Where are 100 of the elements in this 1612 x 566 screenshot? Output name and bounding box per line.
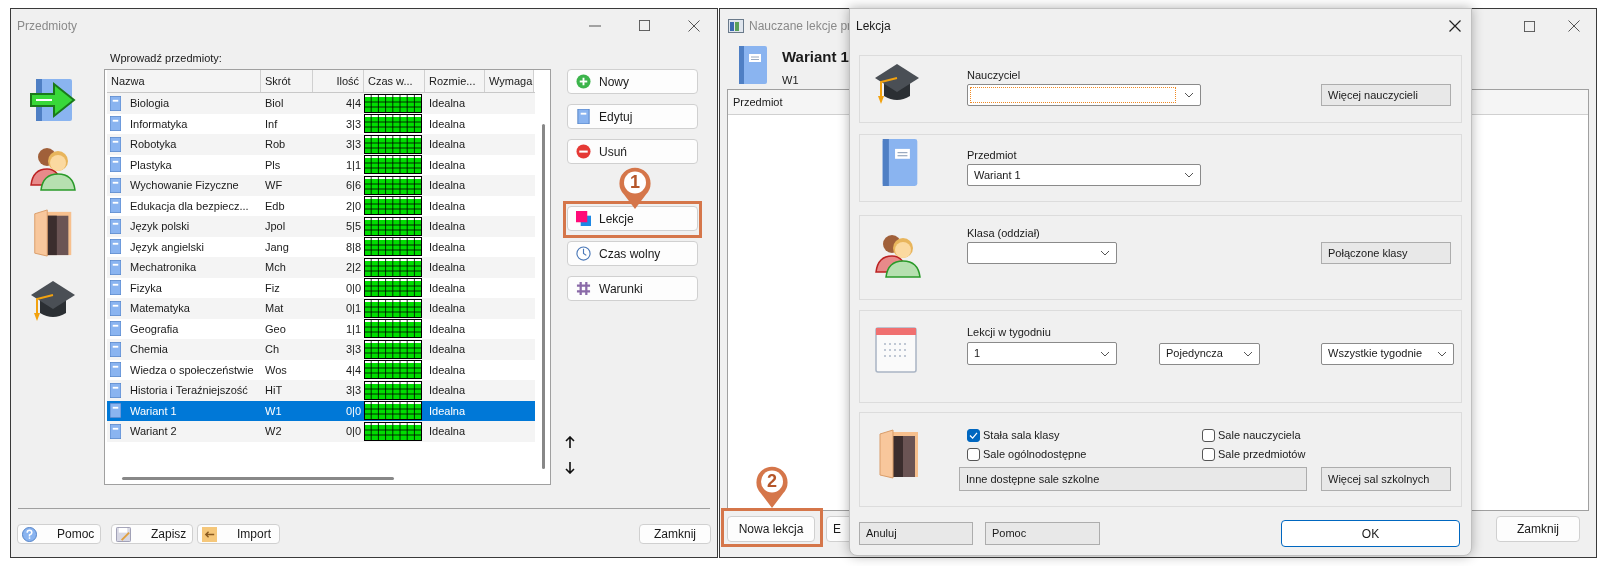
door-icon[interactable] (32, 209, 73, 257)
book-icon (110, 423, 121, 439)
chevron-down-icon[interactable] (1184, 92, 1194, 98)
table-cell-text: Historia i Teraźniejszość (130, 383, 248, 398)
checkbox[interactable] (967, 429, 980, 442)
class-dropdown[interactable] (967, 242, 1117, 264)
arrow-up-icon[interactable] (565, 436, 575, 448)
book-icon (110, 177, 121, 193)
chevron-down-icon[interactable] (1100, 250, 1110, 256)
scrollbar-thumb[interactable] (542, 124, 545, 469)
table-row[interactable]: Robotyka Rob 3|3 Idealna (107, 134, 535, 155)
chevron-down-icon[interactable] (1437, 350, 1447, 357)
other-rooms-button[interactable]: Inne dostępne sale szkolne (959, 467, 1307, 491)
table-cell-text: 0|0 (345, 280, 361, 296)
table-cell-text: Wariant 1 (130, 403, 177, 419)
table-row[interactable]: Wychowanie Fizyczne WF 6|6 Idealna (107, 175, 535, 196)
table-cell-text: Plastyka (130, 157, 172, 173)
edit-button[interactable]: Edytuj (567, 104, 698, 129)
help-button[interactable]: Pomoc (17, 524, 101, 544)
column-header[interactable]: Wymaga (485, 70, 534, 92)
table-cell-text: Język polski (130, 219, 190, 234)
table-cell: Idealna (429, 220, 466, 232)
type-dropdown[interactable]: Pojedyncza (1159, 342, 1260, 365)
table-cell-text: 3|3 (345, 116, 361, 132)
close-icon[interactable] (688, 19, 700, 32)
new-button[interactable]: Nowy (567, 69, 698, 94)
column-header[interactable]: Czas w... (364, 70, 425, 92)
dialog-button[interactable]: Pomoc (985, 522, 1100, 545)
checkbox[interactable] (967, 448, 980, 461)
help-icon (22, 526, 37, 542)
weeks-dropdown[interactable]: Wszystkie tygodnie (1321, 342, 1454, 365)
dialog-button[interactable]: Anuluj (859, 522, 973, 545)
table-cell: Idealna (429, 240, 466, 253)
table-row[interactable]: Mechatronika Mch 2|2 Idealna (107, 257, 535, 278)
book-arrow-icon[interactable] (28, 78, 77, 122)
table-cell: Mat (265, 302, 284, 314)
dialog-title: Lekcja (856, 18, 891, 35)
joined-classes-button[interactable]: Połączone klasy (1321, 242, 1451, 264)
maximize-icon[interactable] (1524, 20, 1535, 32)
checkbox[interactable] (1202, 429, 1215, 442)
book-icon (110, 198, 121, 214)
free-time-button[interactable]: Czas wolny (567, 241, 698, 266)
book-icon (110, 362, 121, 378)
table-row[interactable]: Biologia Biol 4|4 Idealna (107, 93, 535, 114)
column-header[interactable]: Skrót (261, 70, 313, 92)
minus-icon (576, 144, 591, 159)
table-row[interactable]: Historia i Teraźniejszość HiT 3|3 Idealna (107, 380, 535, 401)
new-lesson-button[interactable]: Nowa lekcja (727, 516, 815, 542)
schedule-grid-drawing (364, 175, 422, 195)
maximize-icon[interactable] (639, 20, 650, 31)
arrow-down-icon[interactable] (565, 462, 575, 474)
table-cell: Ch (265, 343, 280, 355)
table-cell: Idealna (429, 425, 466, 437)
table-row[interactable]: Wariant 2 W2 0|0 Idealna (107, 421, 535, 442)
delete-button[interactable]: Usuń (567, 139, 698, 164)
checkbox-label: Sale nauczyciela (1218, 428, 1301, 444)
conditions-button[interactable]: Warunki (567, 276, 698, 301)
subject-dropdown[interactable]: Wariant 1 (967, 164, 1201, 186)
close-button[interactable]: Zamknij (639, 524, 711, 544)
more-teachers-button[interactable]: Więcej nauczycieli (1321, 84, 1451, 106)
field-label: Klasa (oddział) (967, 226, 1041, 241)
chevron-down-icon[interactable] (1184, 172, 1194, 178)
lessons-dropdown[interactable]: 1 (967, 342, 1117, 365)
field-label: Nauczyciel (967, 68, 1022, 83)
dialog-button[interactable]: OK (1281, 520, 1460, 547)
table-cell: HiT (265, 384, 283, 396)
checkbox[interactable] (1202, 448, 1215, 461)
table-row[interactable]: Język polski Jpol 5|5 Idealna (107, 216, 535, 237)
close-button[interactable]: Zamknij (1496, 516, 1580, 542)
table-row[interactable]: Chemia Ch 3|3 Idealna (107, 339, 535, 360)
close-icon[interactable] (1449, 20, 1461, 32)
schedule-grid-drawing (364, 401, 422, 421)
lessons-button[interactable]: Lekcje (567, 206, 698, 231)
close-icon[interactable] (1568, 20, 1580, 32)
book-icon (110, 341, 121, 357)
scrollbar-thumb[interactable] (122, 477, 394, 480)
chevron-down-icon[interactable] (1100, 350, 1110, 357)
chevron-down-icon[interactable] (1243, 350, 1253, 357)
book-icon (110, 116, 121, 132)
import-button[interactable]: Import (197, 524, 280, 544)
schedule-grid-drawing (364, 134, 422, 154)
schedule-grid-drawing (364, 339, 422, 359)
column-header[interactable]: Nazwa (107, 70, 261, 92)
table-row[interactable]: Matematyka Mat 0|1 Idealna (107, 298, 535, 319)
table-row[interactable]: Wariant 1 W1 0|0 Idealna (107, 400, 535, 421)
column-header[interactable]: Rozmie... (425, 70, 485, 92)
more-rooms-button[interactable]: Więcej sal szkolnych (1321, 467, 1451, 491)
column-header[interactable]: Przedmiot (728, 90, 848, 114)
schedule-grid-drawing (364, 257, 422, 277)
save-button[interactable]: Zapisz (111, 524, 193, 544)
teacher-dropdown[interactable] (967, 84, 1201, 106)
table-cell-text: Mechatronika (130, 260, 197, 275)
table-cell-text: Edukacja dla bezpiecz... (130, 198, 249, 214)
table-cell: Idealna (429, 97, 466, 109)
table-cell-text: 1|1 (345, 157, 361, 173)
check-icon (969, 432, 978, 439)
subject-title: Wariant 1 (782, 48, 849, 66)
book-icon (576, 109, 591, 124)
column-header[interactable]: Ilość (313, 70, 364, 92)
schedule-grid-drawing (364, 298, 422, 318)
